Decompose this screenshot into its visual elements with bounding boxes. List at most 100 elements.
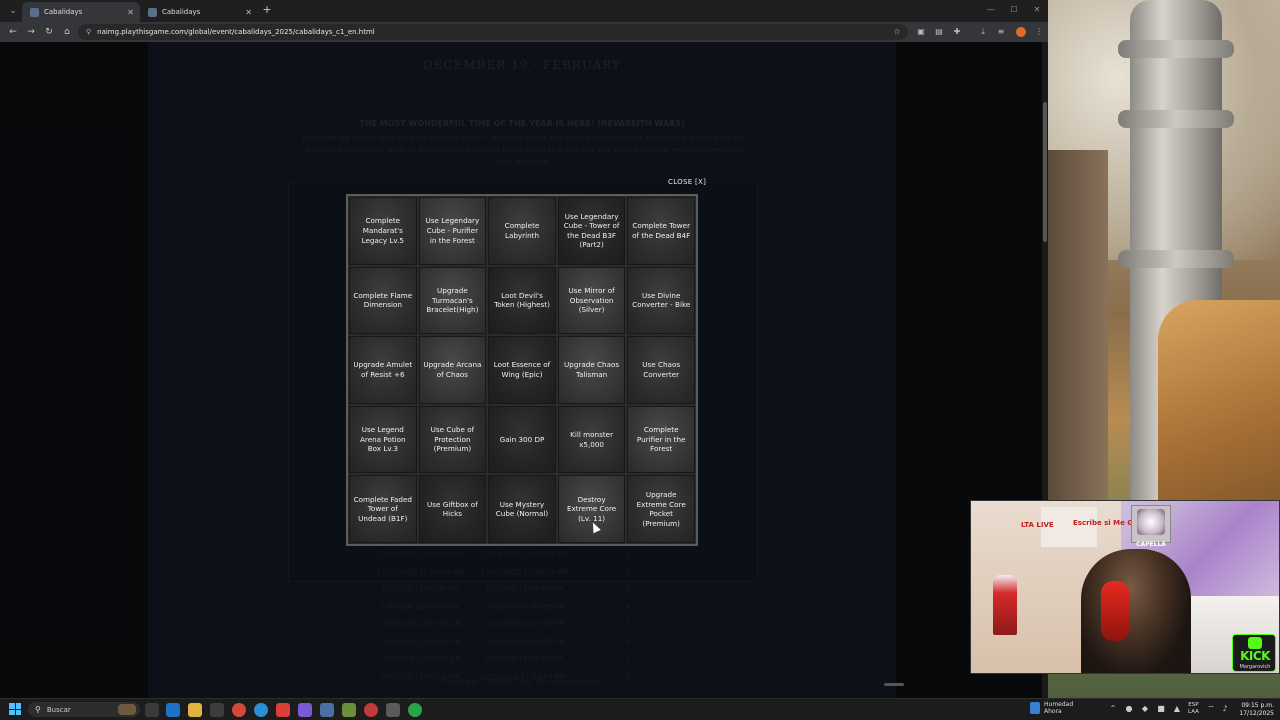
media-icon[interactable]: ≡ bbox=[994, 25, 1008, 39]
tray-icon[interactable]: ● bbox=[1124, 703, 1134, 715]
site-info-icon[interactable]: ⚲ bbox=[86, 28, 91, 36]
bingo-cell[interactable]: Complete Labyrinth bbox=[488, 197, 556, 265]
bingo-cell-label: Complete Purifier in the Forest bbox=[636, 425, 686, 454]
bingo-cell[interactable]: Upgrade Amulet of Resist +6 bbox=[349, 336, 417, 404]
search-placeholder: Buscar bbox=[46, 705, 71, 714]
tray-icon[interactable]: ■ bbox=[1156, 703, 1166, 715]
browser-toolbar: ← → ↻ ⌂ ⚲ naimg.playthisgame.com/global/… bbox=[0, 22, 1048, 42]
profile-avatar[interactable] bbox=[1016, 27, 1026, 37]
chrome-icon[interactable] bbox=[232, 703, 246, 717]
search-icon: ⚲ bbox=[35, 705, 41, 714]
bingo-cell[interactable]: Complete Tower of the Dead B4F bbox=[627, 197, 695, 265]
bingo-cell[interactable]: Complete Flame Dimension bbox=[349, 266, 417, 335]
tray-icon[interactable]: ▲ bbox=[1172, 703, 1182, 715]
menu-icon[interactable]: ⋮ bbox=[1032, 25, 1046, 39]
app-icon[interactable] bbox=[298, 703, 312, 717]
browser-window: ⌄ Cabalidays ✕ Cabalidays ✕ + — ☐ ✕ ← → … bbox=[0, 0, 1048, 698]
wifi-icon[interactable]: ⌔ bbox=[1206, 703, 1216, 715]
tray-chevron-icon[interactable]: ⌃ bbox=[1108, 703, 1118, 715]
bingo-cell[interactable]: Destroy Extreme Core (Lv. 11) bbox=[557, 475, 626, 543]
bingo-cell[interactable]: Use Chaos Converter bbox=[627, 336, 695, 404]
tray-icon[interactable]: ◆ bbox=[1140, 703, 1150, 715]
window-close-icon[interactable]: ✕ bbox=[1028, 3, 1046, 17]
cam-note: LTA LIVE bbox=[1021, 521, 1054, 529]
bingo-cell[interactable]: Use Legendary Cube - Tower of the Dead B… bbox=[557, 197, 626, 265]
whatsapp-icon[interactable] bbox=[408, 703, 422, 717]
bingo-cell-label: Use Legend Arena Potion Box Lv.3 bbox=[359, 425, 406, 454]
search-highlight-icon bbox=[118, 704, 136, 715]
bingo-cell[interactable]: Use Cube of Protection (Premium) bbox=[418, 405, 487, 474]
task-view-icon[interactable] bbox=[145, 703, 159, 717]
extension-icon[interactable]: ▣ bbox=[914, 25, 928, 39]
puzzle-icon[interactable]: ✚ bbox=[950, 25, 964, 39]
home-icon[interactable]: ⌂ bbox=[60, 25, 74, 39]
extension-icon[interactable]: ▤ bbox=[932, 25, 946, 39]
bingo-cell-label: Loot Devil's Token (Highest) bbox=[494, 290, 550, 310]
tab-label: Cabalidays bbox=[162, 8, 201, 16]
steam-icon[interactable] bbox=[320, 703, 334, 717]
weather-title: Humedad bbox=[1044, 701, 1074, 708]
bingo-cell-label: Destroy Extreme Core (Lv. 11) bbox=[567, 494, 617, 523]
close-button[interactable]: CLOSE [X] bbox=[668, 178, 706, 186]
bingo-cell[interactable]: Loot Essence of Wing (Epic) bbox=[488, 336, 556, 404]
language-indicator[interactable]: ESP LAA bbox=[1188, 702, 1199, 716]
scrollbar-thumb[interactable] bbox=[1043, 102, 1047, 242]
tab-cabalidays-1[interactable]: Cabalidays ✕ bbox=[22, 2, 140, 22]
bingo-cell[interactable]: Use Legend Arena Potion Box Lv.3 bbox=[349, 405, 417, 474]
forward-icon[interactable]: → bbox=[24, 25, 38, 39]
bingo-cell[interactable]: Complete Faded Tower of Undead (B1F) bbox=[349, 475, 417, 543]
download-icon[interactable]: ⤓ bbox=[976, 25, 990, 39]
store-icon[interactable] bbox=[210, 703, 224, 717]
bingo-cell[interactable]: Upgrade Arcana of Chaos bbox=[418, 336, 487, 404]
kick-username: Margarovich bbox=[1239, 664, 1271, 670]
address-bar[interactable]: ⚲ naimg.playthisgame.com/global/event/ca… bbox=[78, 24, 908, 40]
bingo-cell[interactable]: Use Mystery Cube (Normal) bbox=[488, 475, 556, 543]
app-icon[interactable] bbox=[364, 703, 378, 717]
bingo-cell[interactable]: Upgrade Extreme Core Pocket (Premium) bbox=[627, 475, 695, 543]
bingo-cell[interactable]: Complete Mandarat's Legacy Lv.5 bbox=[349, 197, 417, 265]
close-icon[interactable]: ✕ bbox=[245, 8, 252, 17]
bingo-cell[interactable]: Complete Purifier in the Forest bbox=[627, 405, 695, 474]
browser-icon[interactable] bbox=[254, 703, 268, 717]
app-icon[interactable] bbox=[342, 703, 356, 717]
app-icon[interactable] bbox=[276, 703, 290, 717]
windows-start-icon[interactable] bbox=[9, 703, 21, 715]
reload-icon[interactable]: ↻ bbox=[42, 25, 56, 39]
weather-widget[interactable]: Humedad Ahora bbox=[1030, 701, 1073, 715]
bingo-cell[interactable]: Use Mirror of Observation (Silver) bbox=[557, 266, 626, 335]
bingo-cell-label: Use Cube of Protection (Premium) bbox=[430, 425, 475, 454]
bingo-cell[interactable]: Use Legendary Cube - Purifier in the For… bbox=[418, 197, 487, 265]
bingo-cell[interactable]: Use Giftbox of Hicks bbox=[418, 475, 487, 543]
bingo-cell-label: Complete Mandarat's Legacy Lv.5 bbox=[361, 216, 404, 245]
bingo-cell-label: Use Legendary Cube - Tower of the Dead B… bbox=[563, 211, 620, 250]
volume-icon[interactable]: ♪ bbox=[1220, 703, 1230, 715]
bingo-cell[interactable]: Gain 300 DP bbox=[488, 405, 556, 474]
kick-badge: KICK Margarovich bbox=[1232, 634, 1276, 672]
bingo-cell-label: Upgrade Chaos Talisman bbox=[564, 360, 620, 379]
edge-icon[interactable] bbox=[166, 703, 180, 717]
bingo-cell[interactable]: Use Divine Converter - Bike bbox=[627, 266, 695, 335]
clock-date: 17/12/2025 bbox=[1239, 709, 1274, 717]
tab-cabalidays-2[interactable]: Cabalidays ✕ bbox=[140, 2, 258, 22]
back-icon[interactable]: ← bbox=[6, 25, 20, 39]
app-icon[interactable] bbox=[386, 703, 400, 717]
file-explorer-icon[interactable] bbox=[188, 703, 202, 717]
taskbar-search[interactable]: ⚲ Buscar bbox=[28, 702, 140, 717]
clock[interactable]: 09:15 p.m. 17/12/2025 bbox=[1238, 702, 1274, 717]
bingo-cell-label: Upgrade Arcana of Chaos bbox=[423, 360, 482, 379]
bingo-cell-label: Use Mirror of Observation (Silver) bbox=[568, 286, 615, 315]
bingo-cell[interactable]: Kill monster x5,000 bbox=[557, 405, 626, 474]
bingo-cell-label: Use Chaos Converter bbox=[642, 360, 681, 379]
bingo-cell[interactable]: Loot Devil's Token (Highest) bbox=[488, 266, 556, 335]
kick-logo-icon bbox=[1248, 637, 1262, 649]
bookmark-star-icon[interactable]: ☆ bbox=[890, 25, 904, 39]
tab-search-icon[interactable]: ⌄ bbox=[6, 4, 20, 18]
maximize-icon[interactable]: ☐ bbox=[1005, 3, 1023, 17]
bingo-board: Complete Mandarat's Legacy Lv.5 Use Legen… bbox=[346, 194, 698, 546]
bingo-cell[interactable]: Upgrade Chaos Talisman bbox=[557, 336, 626, 404]
minimize-icon[interactable]: — bbox=[982, 3, 1000, 17]
bingo-cell[interactable]: Upgrade Turmacan's Bracelet(High) bbox=[418, 266, 487, 335]
close-icon[interactable]: ✕ bbox=[127, 8, 134, 17]
new-tab-icon[interactable]: + bbox=[260, 3, 274, 17]
horizontal-scrollbar[interactable] bbox=[884, 683, 904, 686]
